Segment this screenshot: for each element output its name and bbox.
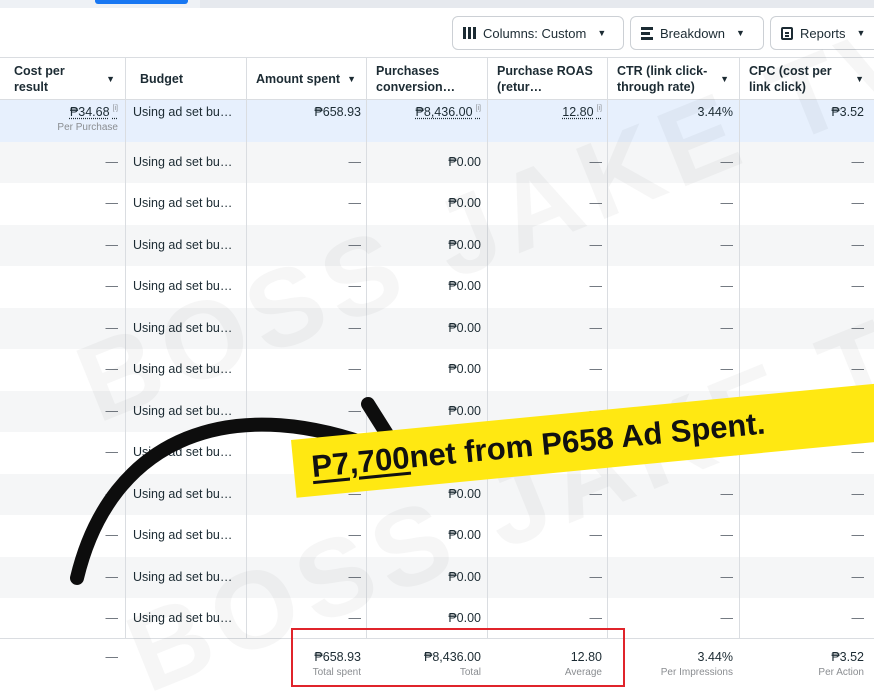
curved-arrow-annotation <box>70 397 409 585</box>
banner-amount: P7,700 <box>309 439 412 485</box>
